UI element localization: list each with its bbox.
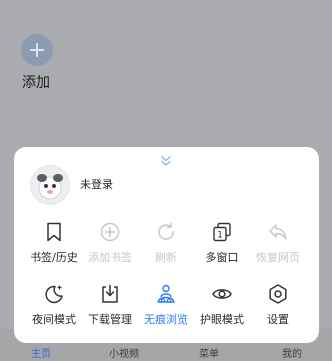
chevron-down-icon[interactable] bbox=[159, 154, 173, 168]
bookmark-icon bbox=[47, 222, 61, 242]
nav-home[interactable]: 主页 bbox=[11, 345, 71, 360]
restore-page-icon bbox=[269, 224, 287, 240]
refresh-icon bbox=[158, 222, 174, 240]
plus-icon bbox=[30, 43, 44, 57]
menu-multi-window[interactable]: 1 多窗口 bbox=[191, 219, 253, 271]
login-status[interactable]: 未登录 bbox=[80, 176, 113, 192]
menu-add-bookmark[interactable]: 添加书签 bbox=[79, 219, 141, 271]
nav-short-video[interactable]: 小视频 bbox=[94, 345, 154, 360]
window-count: 1 bbox=[217, 231, 223, 241]
add-label: 添加 bbox=[22, 75, 50, 91]
menu-download-manager[interactable]: 下载管理 bbox=[79, 281, 141, 333]
avatar[interactable] bbox=[30, 165, 70, 205]
menu-settings[interactable]: 设置 bbox=[247, 281, 309, 333]
menu-refresh[interactable]: 刷新 bbox=[135, 219, 197, 271]
menu-restore-page[interactable]: 恢复网页 bbox=[247, 219, 309, 271]
avatar-icon bbox=[37, 174, 63, 200]
night-mode-icon bbox=[45, 285, 63, 304]
nav-mine[interactable]: 我的 bbox=[262, 345, 322, 360]
menu-sheet: 未登录 书签/历史 添加书签 刷新 1 多窗口 恢复网页 夜间模式 下载管理 无… bbox=[14, 147, 319, 343]
eye-icon bbox=[212, 289, 232, 299]
add-button[interactable] bbox=[21, 34, 53, 66]
settings-icon bbox=[269, 284, 287, 304]
menu-bookmarks-history[interactable]: 书签/历史 bbox=[23, 219, 85, 271]
download-icon bbox=[102, 284, 118, 303]
menu-eye-protection[interactable]: 护眼模式 bbox=[191, 281, 253, 333]
nav-menu[interactable]: 菜单 bbox=[179, 345, 239, 360]
menu-night-mode[interactable]: 夜间模式 bbox=[23, 281, 85, 333]
menu-incognito[interactable]: 无痕浏览 bbox=[135, 281, 197, 333]
incognito-icon bbox=[157, 284, 175, 303]
multi-window-icon: 1 bbox=[213, 222, 231, 242]
add-bookmark-icon bbox=[100, 222, 120, 242]
